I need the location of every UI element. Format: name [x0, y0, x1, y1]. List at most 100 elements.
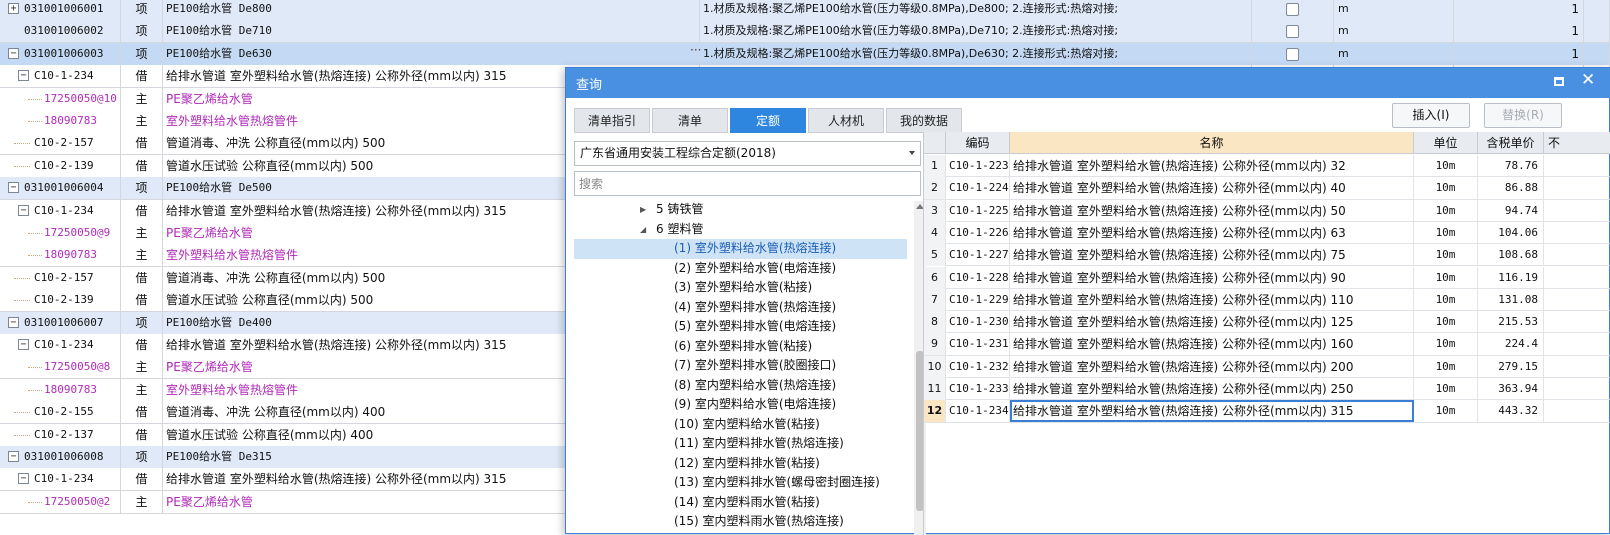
tree-node[interactable]: (9) 室内塑料给水管(电熔连接) — [574, 395, 907, 415]
search-input[interactable] — [574, 171, 921, 196]
bill-code: 031001006001 — [24, 2, 104, 15]
tree-node-label: (8) 室内塑料给水管(热熔连接) — [674, 377, 837, 392]
quota-extra-cell — [1544, 400, 1610, 422]
tree-connector — [28, 255, 42, 257]
bill-row[interactable]: 031001006002 项 PE100给水管 De710 1.材质及规格:聚乙烯PE… — [0, 20, 1610, 44]
bill-type: 借 — [121, 132, 163, 155]
collapse-icon[interactable]: − — [8, 47, 19, 59]
tree-node-label: (15) 室内塑料雨水管(热熔连接) — [674, 514, 844, 528]
quota-row[interactable]: 6 C10-1-228 给排水管道 室外塑料给水管(热熔连接) 公称外径(mm以内)… — [924, 266, 1610, 289]
quota-price-cell: 86.88 — [1478, 177, 1544, 200]
quota-price-cell: 104.06 — [1478, 221, 1544, 244]
bill-code-cell: C10-1-234− — [0, 199, 121, 222]
quota-row[interactable]: 2 C10-1-224 给排水管道 室外塑料给水管(热熔连接) 公称外径(mm以内)… — [924, 177, 1610, 200]
quota-name-cell: 给排水管道 室外塑料给水管(热熔连接) 公称外径(mm以内) 160 — [1010, 333, 1414, 356]
quota-row[interactable]: 7 C10-1-229 给排水管道 室外塑料给水管(热熔连接) 公称外径(mm以内)… — [924, 288, 1610, 312]
collapse-icon[interactable]: − — [18, 70, 29, 82]
bill-code: C10-2-137 — [34, 427, 94, 441]
tab-bill-guide[interactable]: 清单指引 — [574, 108, 650, 133]
bill-unit: m — [1334, 0, 1454, 20]
expand-icon[interactable]: + — [8, 3, 19, 14]
quota-row[interactable]: 12 C10-1-234 给排水管道 室外塑料给水管(热熔连接) 公称外径(mm以内… — [924, 400, 1610, 423]
bill-type: 项 — [121, 446, 163, 468]
collapse-icon[interactable]: − — [18, 204, 29, 216]
bill-checkbox[interactable] — [1286, 47, 1299, 61]
collapse-icon[interactable]: − — [8, 316, 19, 328]
tree-node[interactable]: (13) 室内塑料排水管(螺母密封圈连接) — [574, 473, 907, 493]
tree-node[interactable]: (2) 室外塑料给水管(电熔连接) — [574, 259, 907, 279]
tree-node[interactable]: (7) 室外塑料排水管(胶圈接口) — [574, 356, 907, 376]
bill-code-cell: C10-2-139 — [0, 154, 121, 177]
quota-code-cell: C10-1-227 — [946, 244, 1010, 267]
close-icon[interactable]: ✕ — [1581, 70, 1595, 90]
tree-node[interactable]: (12) 室内塑料排水管(粘接) — [574, 454, 907, 474]
quota-library-select[interactable]: 广东省通用安装工程综合定额(2018) — [574, 141, 921, 166]
bill-features: 1.材质及规格:聚乙烯PE100给水管(压力等级0.8MPa),De800; 2… — [700, 0, 1252, 20]
tree-node[interactable]: ▶ 5 铸铁管 — [574, 200, 907, 220]
quota-code-cell: C10-1-228 — [946, 266, 1010, 289]
tree-node[interactable]: (4) 室外塑料排水管(热熔连接) — [574, 298, 907, 318]
tab-my-data[interactable]: 我的数据 — [886, 108, 962, 133]
collapse-icon[interactable]: − — [18, 473, 29, 485]
grid-header-code[interactable]: 编码 — [946, 132, 1010, 154]
quota-row[interactable]: 9 C10-1-231 给排水管道 室外塑料给水管(热熔连接) 公称外径(mm以内)… — [924, 333, 1610, 356]
chevron-right-icon[interactable]: ▶ — [640, 200, 646, 220]
quota-price-cell: 363.94 — [1478, 378, 1544, 400]
bill-checkbox[interactable] — [1286, 25, 1299, 39]
tree-node[interactable]: (5) 室外塑料排水管(电熔连接) — [574, 317, 907, 337]
bill-qty: 1 — [1454, 0, 1584, 20]
maximize-icon[interactable] — [1554, 77, 1564, 86]
replace-button[interactable]: 替换(R) — [1484, 103, 1562, 128]
bill-row[interactable]: 031001006003− 项 PE100给水管 De630 ··· 1.材质及规格:聚… — [0, 42, 1610, 66]
quota-row[interactable]: 8 C10-1-230 给排水管道 室外塑料给水管(热熔连接) 公称外径(mm以内)… — [924, 311, 1610, 334]
bill-code: 17250050@2 — [44, 494, 111, 508]
tree-node[interactable]: (10) 室内塑料给水管(粘接) — [574, 415, 907, 435]
tree-node[interactable]: (3) 室外塑料给水管(粘接) — [574, 278, 907, 298]
tab-quota[interactable]: 定额 — [730, 108, 806, 133]
grid-header-extra[interactable]: 不 — [1544, 132, 1610, 154]
tree-node[interactable]: (8) 室内塑料给水管(热熔连接) — [574, 376, 907, 396]
quota-unit-cell: 10m — [1414, 199, 1478, 222]
bill-type: 项 — [121, 0, 163, 20]
bill-type: 借 — [121, 423, 163, 446]
quota-extra-cell — [1544, 378, 1610, 400]
quota-name-cell: 给排水管道 室外塑料给水管(热熔连接) 公称外径(mm以内) 32 — [1010, 155, 1414, 177]
bill-extra-cell — [1584, 42, 1610, 65]
tree-node[interactable]: (15) 室内塑料雨水管(热熔连接) — [574, 512, 907, 532]
tree-node[interactable]: (11) 室内塑料排水管(热熔连接) — [574, 434, 907, 454]
tab-bill[interactable]: 清单 — [652, 108, 728, 133]
bill-code-cell: 031001006001 + — [0, 0, 121, 20]
tree-node[interactable]: (6) 室外塑料排水管(粘接) — [574, 337, 907, 357]
quota-row[interactable]: 11 C10-1-233 给排水管道 室外塑料给水管(热熔连接) 公称外径(mm以内… — [924, 378, 1610, 401]
grid-header-index[interactable] — [924, 132, 946, 154]
insert-button[interactable]: 插入(I) — [1392, 103, 1470, 128]
tree-node[interactable]: (1) 室外塑料给水管(热熔连接) — [574, 239, 907, 259]
tree-node[interactable]: (14) 室内塑料雨水管(粘接) — [574, 493, 907, 513]
quota-row[interactable]: 1 C10-1-223 给排水管道 室外塑料给水管(热熔连接) 公称外径(mm以内)… — [924, 155, 1610, 178]
quota-row[interactable]: 4 C10-1-226 给排水管道 室外塑料给水管(热熔连接) 公称外径(mm以内)… — [924, 221, 1610, 245]
quota-price-cell: 279.15 — [1478, 355, 1544, 378]
grid-header-price[interactable]: 含税单价 — [1478, 132, 1544, 154]
bill-row[interactable]: 031001006001 + 项 PE100给水管 De800 1.材质及规格:聚乙烯P… — [0, 0, 1610, 21]
quota-row[interactable]: 3 C10-1-225 给排水管道 室外塑料给水管(热熔连接) 公称外径(mm以内)… — [924, 199, 1610, 222]
collapse-icon[interactable]: − — [8, 451, 19, 462]
tree-connector — [14, 165, 30, 167]
collapse-icon[interactable]: − — [8, 182, 19, 194]
tree-node[interactable]: ◢ 6 塑料管 — [574, 220, 907, 240]
bill-check-cell — [1252, 0, 1334, 20]
chevron-down-icon[interactable]: ◢ — [640, 220, 646, 240]
grid-header-name[interactable]: 名称 — [1010, 132, 1414, 154]
grid-header-unit[interactable]: 单位 — [1414, 132, 1478, 154]
tree-connector — [14, 277, 30, 279]
bill-code: C10-2-155 — [34, 405, 94, 419]
tab-labor-material-machine[interactable]: 人材机 — [808, 108, 884, 133]
quota-name-cell: 给排水管道 室外塑料给水管(热熔连接) 公称外径(mm以内) 315 — [1010, 400, 1414, 423]
bill-checkbox[interactable] — [1286, 3, 1299, 16]
bill-type: 借 — [121, 468, 163, 491]
quota-no-cell: 2 — [924, 177, 946, 200]
quota-row[interactable]: 5 C10-1-227 给排水管道 室外塑料给水管(热熔连接) 公称外径(mm以内)… — [924, 244, 1610, 267]
collapse-icon[interactable]: − — [18, 339, 29, 350]
tree-connector — [28, 367, 42, 369]
quota-extra-cell — [1544, 311, 1610, 333]
quota-row[interactable]: 10 C10-1-232 给排水管道 室外塑料给水管(热熔连接) 公称外径(mm以内… — [924, 355, 1610, 378]
